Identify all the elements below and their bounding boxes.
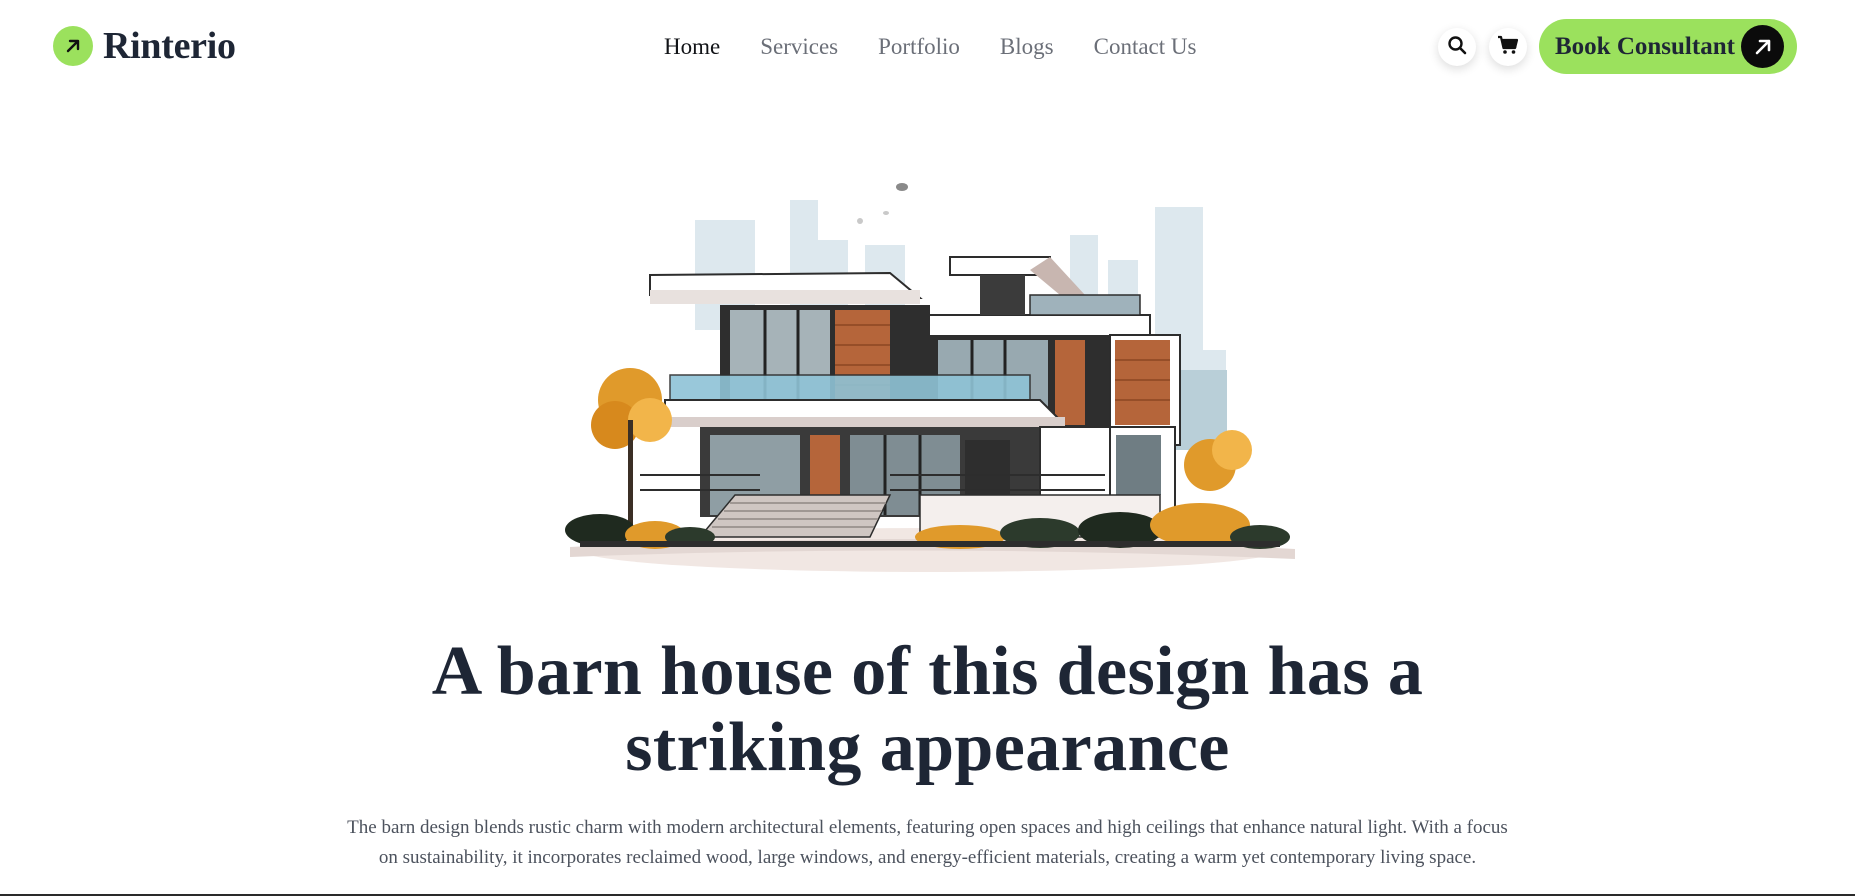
hero-title: A barn house of this design has a striki…: [431, 633, 1424, 786]
nav-item-services[interactable]: Services: [760, 33, 838, 61]
cta-label: Book Consultant: [1555, 32, 1735, 60]
nav-item-contact-us[interactable]: Contact Us: [1094, 33, 1197, 61]
site-header: Rinterio Home Services Portfolio Blogs C…: [0, 0, 1855, 95]
arrow-up-right-icon: [53, 26, 93, 66]
search-icon: [1447, 35, 1467, 60]
hero-description: The barn design blends rustic charm with…: [347, 817, 1508, 868]
nav-item-blogs[interactable]: Blogs: [1000, 33, 1054, 61]
brand-name: Rinterio: [103, 25, 236, 67]
nav-item-portfolio[interactable]: Portfolio: [878, 33, 960, 61]
cart-button[interactable]: [1489, 28, 1527, 66]
arrow-up-right-icon: [1741, 25, 1784, 68]
nav-item-home[interactable]: Home: [664, 33, 720, 61]
cart-icon: [1497, 35, 1519, 60]
main-nav: Home Services Portfolio Blogs Contact Us: [664, 33, 1196, 61]
search-button[interactable]: [1438, 28, 1476, 66]
book-consultant-button[interactable]: Book Consultant: [1539, 19, 1797, 74]
brand-logo[interactable]: Rinterio: [53, 26, 236, 66]
hero-house-illustration: [560, 145, 1295, 600]
